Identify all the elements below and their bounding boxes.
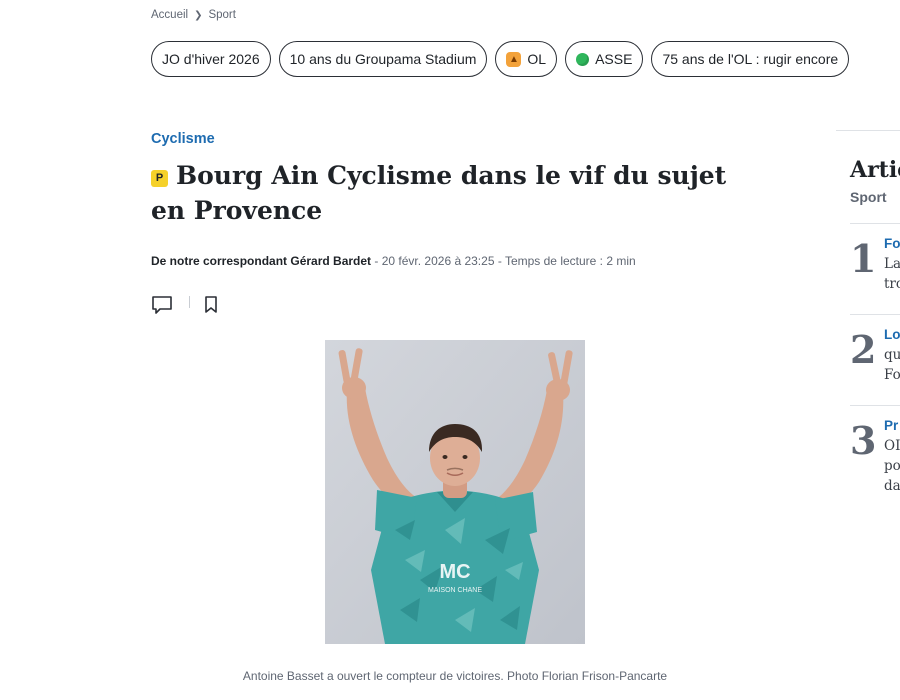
- sidebar-item[interactable]: 3 Pr OI po da: [850, 405, 900, 495]
- sidebar-item-line: tro: [884, 276, 900, 292]
- sidebar-item-line: qu: [884, 347, 900, 363]
- breadcrumb: Accueil ❯ Sport: [151, 9, 236, 21]
- sidebar-subtitle: Sport: [850, 189, 887, 205]
- topic-pill-ol[interactable]: ▲ OL: [495, 41, 558, 77]
- sidebar-item-text: Fo La tro: [884, 234, 900, 294]
- sidebar-item-number: 1: [850, 236, 877, 281]
- article-byline: De notre correspondant Gérard Bardet - 2…: [151, 254, 636, 268]
- photo-caption: Antoine Basset a ouvert le compteur de v…: [242, 669, 668, 683]
- topic-pill-label: 75 ans de l'OL : rugir encore: [662, 51, 839, 67]
- topic-pill-label: 10 ans du Groupama Stadium: [289, 51, 477, 67]
- sidebar-title: Artic: [850, 157, 900, 183]
- article-photo[interactable]: MC MAISON CHANE: [325, 340, 585, 644]
- chevron-right-icon: ❯: [194, 9, 203, 21]
- bookmark-icon[interactable]: [200, 294, 222, 316]
- sidebar-item-line: po: [884, 458, 900, 474]
- comment-icon[interactable]: [151, 294, 173, 316]
- sidebar-item-category: Fo: [884, 236, 900, 251]
- premium-badge-icon: P: [151, 170, 168, 187]
- article-author: De notre correspondant Gérard Bardet: [151, 254, 372, 268]
- breadcrumb-home-link[interactable]: Accueil: [151, 9, 188, 21]
- sidebar-item-line: da: [884, 478, 900, 494]
- article-date: 20 févr. 2026 à 23:25: [381, 254, 495, 268]
- sidebar-item[interactable]: 1 Fo La tro: [850, 223, 900, 313]
- topic-pill-label: OL: [527, 51, 547, 67]
- article-reading-time: Temps de lecture : 2 min: [504, 254, 636, 268]
- topic-pill-groupama-stadium[interactable]: 10 ans du Groupama Stadium: [278, 41, 488, 77]
- topic-pill-label: ASSE: [595, 51, 633, 67]
- topic-pill-75-ans-ol[interactable]: 75 ans de l'OL : rugir encore: [651, 41, 850, 77]
- cyclist-illustration: MC MAISON CHANE: [325, 340, 585, 644]
- sidebar-item-text: Pr OI po da: [884, 416, 900, 496]
- article-title: P Bourg Ain Cyclisme dans le vif du sujet…: [151, 158, 751, 228]
- svg-text:MC: MC: [439, 561, 470, 583]
- sidebar-item-line: Fo: [884, 367, 900, 383]
- topic-pill-asse[interactable]: ASSE: [565, 41, 644, 77]
- green-circle-icon: [576, 52, 590, 66]
- sidebar-item-line: La: [884, 256, 900, 272]
- topic-pill-jo-hiver[interactable]: JO d'hiver 2026: [151, 41, 271, 77]
- topic-pill-label: JO d'hiver 2026: [162, 51, 260, 67]
- byline-separator: -: [494, 254, 505, 268]
- article-title-text: Bourg Ain Cyclisme dans le vif du sujet …: [151, 161, 727, 225]
- breadcrumb-current-link[interactable]: Sport: [208, 9, 236, 21]
- sidebar-item[interactable]: 2 Lo qu Fo: [850, 314, 900, 404]
- sidebar-item-number: 3: [850, 418, 877, 463]
- article-section-label[interactable]: Cyclisme: [151, 131, 215, 147]
- sidebar-item-category: Lo: [884, 327, 900, 342]
- sidebar-item-line: OI: [884, 438, 900, 454]
- lion-emoji-icon: ▲: [506, 51, 522, 67]
- sidebar-item-text: Lo qu Fo: [884, 325, 900, 385]
- byline-separator: -: [371, 254, 382, 268]
- article-actions: [151, 294, 222, 316]
- most-read-sidebar: Artic Sport 1 Fo La tro 2 Lo qu Fo 3 Pr …: [836, 130, 900, 700]
- svg-text:MAISON CHANE: MAISON CHANE: [428, 587, 482, 594]
- topic-pills: JO d'hiver 2026 10 ans du Groupama Stadi…: [151, 41, 850, 77]
- sidebar-item-number: 2: [850, 327, 877, 372]
- sidebar-item-category: Pr: [884, 418, 899, 433]
- actions-divider: [189, 296, 190, 308]
- article-page: Accueil ❯ Sport JO d'hiver 2026 10 ans d…: [0, 0, 900, 700]
